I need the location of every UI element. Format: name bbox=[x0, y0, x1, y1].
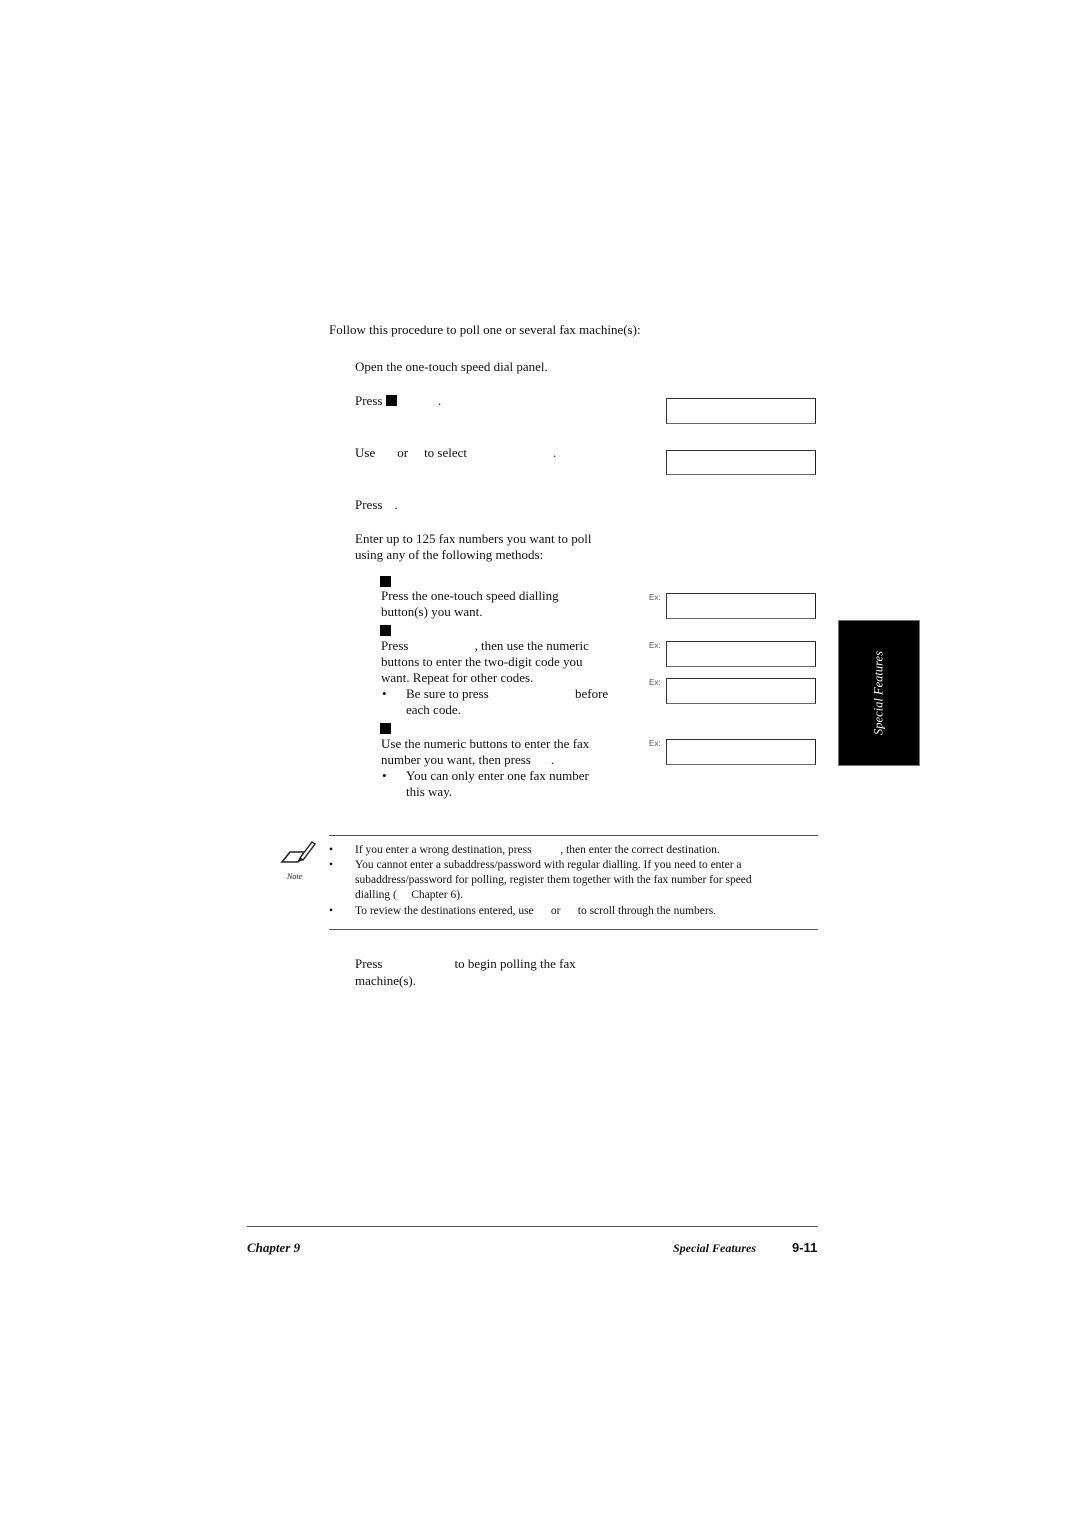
footer-section: Special Features bbox=[673, 1241, 756, 1255]
lcd-display-1 bbox=[666, 398, 816, 424]
bullet-dot: • bbox=[382, 768, 387, 783]
step-6-press: Press bbox=[355, 956, 383, 971]
method-3-line-1: Use the numeric buttons to enter the fax bbox=[381, 736, 590, 751]
footer-rule bbox=[247, 1226, 818, 1227]
lcd-display-5 bbox=[666, 678, 816, 704]
note-item-2-line-3: dialling ( Chapter 6). bbox=[355, 889, 463, 901]
method-2-line-1-rest: , then use the numeric bbox=[474, 638, 589, 653]
bullet-dot: • bbox=[382, 686, 387, 701]
method-2-line-2: buttons to enter the two-digit code you bbox=[381, 654, 583, 669]
ex-label-4: Ex: bbox=[649, 739, 661, 748]
square-bullet-icon bbox=[380, 576, 391, 587]
footer-chapter: Chapter 9 bbox=[247, 1240, 301, 1255]
square-bullet-icon bbox=[380, 625, 391, 636]
step-2-press: Press bbox=[355, 393, 383, 408]
step-2-text: Press . bbox=[355, 393, 441, 409]
note-label: Note bbox=[287, 872, 303, 881]
note-item-2-line-1: You cannot enter a subaddress/password w… bbox=[355, 859, 742, 871]
step-2-period: . bbox=[437, 393, 442, 408]
function-key-icon bbox=[385, 395, 397, 406]
note-item-1: If you enter a wrong destination, press … bbox=[355, 844, 720, 856]
method-2-bullet-c: each code. bbox=[406, 702, 461, 717]
method-3-bullet-b: this way. bbox=[406, 784, 453, 799]
method-2-press: Press bbox=[381, 638, 409, 653]
step-5-line-2: using any of the following methods: bbox=[355, 547, 544, 562]
note-pencil-icon bbox=[278, 840, 318, 870]
chapter-side-tab: Special Features bbox=[838, 620, 920, 766]
method-1-line-2: button(s) you want. bbox=[381, 604, 483, 619]
ex-label-1: Ex: bbox=[649, 593, 661, 602]
step-3-select: to select bbox=[424, 445, 468, 460]
lcd-display-6 bbox=[666, 739, 816, 765]
lcd-display-3 bbox=[666, 593, 816, 619]
method-1-line-1: Press the one-touch speed dialling bbox=[381, 588, 559, 603]
step-3-text: Use or to select. bbox=[355, 445, 556, 461]
method-3-period: . bbox=[550, 752, 555, 767]
note-item-2-line-2: subaddress/password for polling, registe… bbox=[355, 874, 752, 886]
method-3-line-2: number you want, then press. bbox=[381, 752, 554, 768]
step-6-rest: to begin polling the fax bbox=[454, 956, 576, 971]
square-bullet-icon bbox=[380, 723, 391, 734]
ex-label-3: Ex: bbox=[649, 678, 661, 687]
step-1-text: Open the one-touch speed dial panel. bbox=[355, 359, 548, 374]
side-tab-label: Special Features bbox=[871, 651, 886, 735]
note-item-3: To review the destinations entered, use … bbox=[355, 905, 717, 917]
step-4-period: . bbox=[394, 497, 398, 512]
step-3-period: . bbox=[553, 445, 557, 460]
note-bullet: • bbox=[329, 905, 334, 917]
lcd-display-4 bbox=[666, 641, 816, 667]
method-2-bullet-b: before bbox=[575, 686, 609, 701]
method-3-line-2-text: number you want, then press bbox=[381, 752, 531, 767]
step-6-line-2: machine(s). bbox=[355, 973, 417, 988]
step-5-line-1: Enter up to 125 fax numbers you want to … bbox=[355, 531, 592, 546]
lcd-display-2 bbox=[666, 450, 816, 475]
note-top-rule bbox=[329, 835, 818, 836]
step-4-text: Press. bbox=[355, 497, 398, 513]
method-2-line-3: want. Repeat for other codes. bbox=[381, 670, 534, 685]
method-2-bullet-a: Be sure to press bbox=[406, 686, 489, 701]
ex-label-2: Ex: bbox=[649, 641, 661, 650]
step-3-or: or bbox=[397, 445, 409, 460]
step-4-press: Press bbox=[355, 497, 383, 512]
method-3-bullet-a: You can only enter one fax number bbox=[406, 768, 589, 783]
method-2-line-1: Press , then use the numeric bbox=[381, 638, 589, 654]
note-bullet: • bbox=[329, 859, 334, 871]
page-number: 9-11 bbox=[792, 1240, 818, 1255]
note-bottom-rule bbox=[329, 929, 818, 930]
step-3-use: Use bbox=[355, 445, 376, 460]
step-6-line-1: Press to begin polling the fax bbox=[355, 956, 576, 972]
note-bullet: • bbox=[329, 844, 334, 856]
intro-text: Follow this procedure to poll one or sev… bbox=[329, 322, 641, 337]
